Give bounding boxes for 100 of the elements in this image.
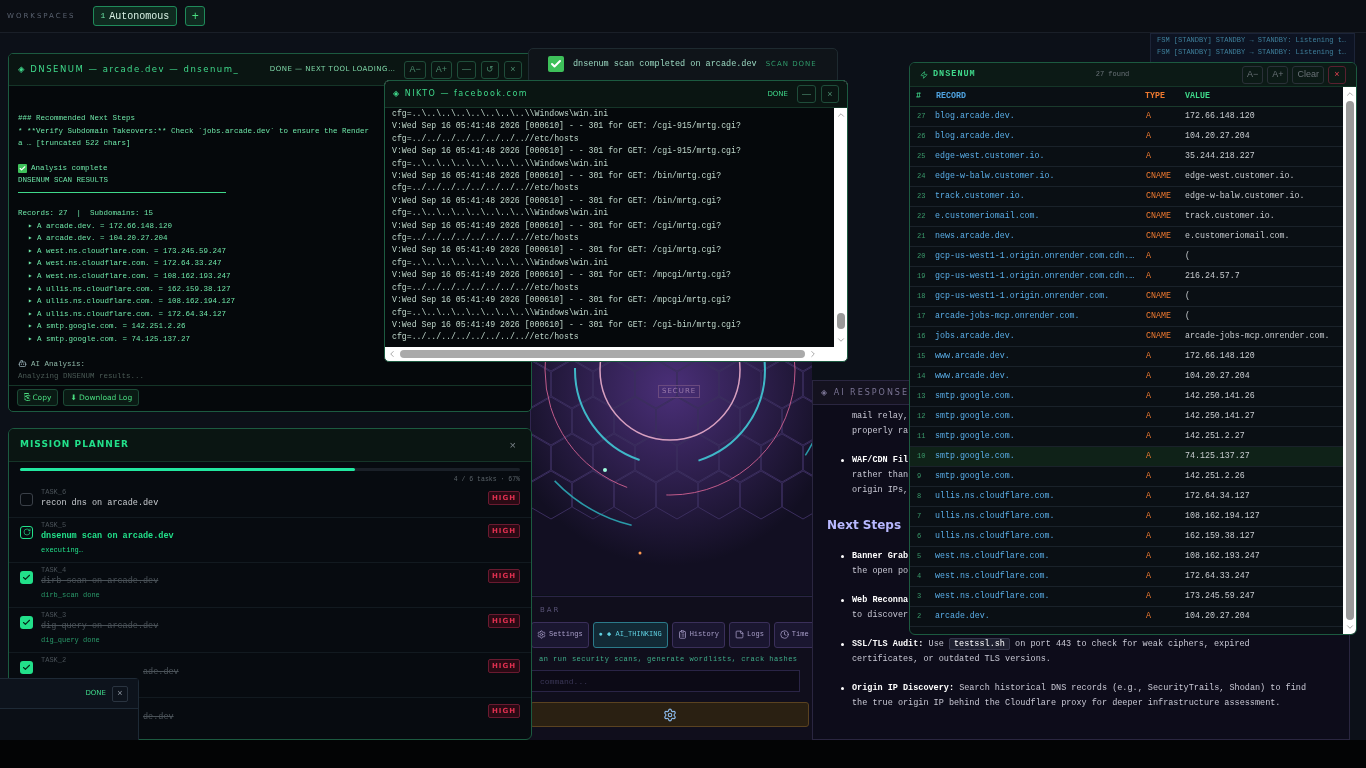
task-checkbox[interactable] [20,492,33,506]
bullet-text: mail relay, [852,410,909,423]
table-cell-text: A [1146,510,1152,523]
bullet-icon [841,599,844,602]
table-cell-text: A [1146,530,1152,543]
bullet-text: properly ra [852,425,909,438]
table-cell: 172.66.148.120 [1185,350,1255,363]
table-cell-text: gcp-us-west1-1.origin.onrender.com.cdn.… [935,250,1136,263]
scroll-left-icon[interactable] [387,349,397,359]
window-control-button[interactable]: × [821,85,839,103]
log-line: V:Wed Sep 16 05:41:49 2026 [000610] - - 301 for GET: /cgi/mrtg.cgi? [392,219,723,232]
task-checkbox[interactable] [20,570,33,584]
table-cell: edge-west.customer.io. [1185,170,1295,183]
window-control-button[interactable]: × [1328,65,1346,84]
table-cell-text: e.customeriomail.com. [935,210,1041,223]
table-cell-text: A [1146,570,1152,583]
log-line: V:Wed Sep 16 05:41:48 2026 [000610] - - 301 for GET: /cgi-915/mrtg.cgi? [392,145,742,158]
window-control-button[interactable]: A− [404,60,426,79]
table-cell: arcade-jobs-mcp.onrender.com. [1185,330,1330,343]
table-cell: 108.162.194.127 [1185,510,1260,523]
log-line: cfg=../../../../../../../..//etc/hosts [392,331,580,344]
table-cell: ( [1185,310,1190,323]
table-cell-text: CNAME [1146,170,1172,183]
window-control-button[interactable]: Clear [1292,65,1324,84]
table-cell-text: news.arcade.dev. [935,230,1016,243]
close-button[interactable]: × [112,685,128,702]
table-cell-text: www.arcade.dev. [935,350,1011,363]
column-header: RECORD [935,90,967,103]
window-control-button[interactable]: × [504,60,522,79]
table-cell: 172.64.33.247 [1185,570,1250,583]
log-line: cfg=..\..\..\..\..\..\..\..\\Windows\win.ini [392,207,610,220]
window-control-button[interactable]: — [797,85,816,103]
table-cell: 142.250.141.27 [1185,410,1255,423]
table-cell-text: track.customer.io. [935,190,1026,203]
log-line: cfg=../../../../../../../..//etc/hosts [392,281,580,294]
table-cell-text: gcp-us-west1-1.origin.onrender.com. [935,290,1111,303]
table-cell-text: CNAME [1146,290,1172,303]
scroll-down-icon[interactable] [1344,622,1355,632]
table-cell-text: A [1146,270,1152,283]
table-cell-text: smtp.google.com. [935,410,1016,423]
task-title: de.dev [143,710,174,723]
window-control-button[interactable]: ↺ [481,60,499,79]
table-cell-text: A [1146,110,1152,123]
task-title: dnsenum scan on arcade.dev [41,529,174,542]
table-cell-text: A [1146,450,1152,463]
table-cell-text: A [1146,130,1152,143]
window-control-button[interactable]: A− [1241,65,1264,84]
clipboard-icon [677,630,687,639]
workspace-tab[interactable]: 1 Autonomous [92,6,178,26]
scrollbar-thumb[interactable] [400,350,805,358]
table-cell-text: A [1146,150,1152,163]
bullet-label: WAF/CDN Fil [852,454,909,467]
column-header: VALUE [1185,90,1210,103]
log-line: cfg=..\..\..\..\..\..\..\..\\Windows\win.ini [392,108,610,120]
bullet-text: rather than [852,469,909,482]
scroll-up-icon[interactable] [1344,89,1355,99]
scroll-down-icon[interactable] [835,335,846,345]
table-cell-text: gcp-us-west1-1.origin.onrender.com.cdn.… [935,270,1136,283]
table-cell-text: A [1146,410,1152,423]
table-cell-text: CNAME [1146,330,1172,343]
table-cell-text: A [1146,490,1152,503]
vertical-scrollbar[interactable] [1343,87,1356,634]
bullet-icon [841,643,844,646]
close-button[interactable]: × [509,436,516,454]
table-cell-text: blog.arcade.dev. [935,130,1016,143]
bullet-text: SSL/TLS Audit: Use testssl.sh on port 443 to check for weak ciphers, expired certificates, or outdated TLS versions. [852,637,1251,666]
window-title: ◈ AI RESPONSE [821,386,909,399]
add-workspace-button[interactable]: + [185,6,206,26]
toast-text: dnsenum scan completed on arcade.dev [573,57,757,71]
table-cell: track.customer.io. [1185,210,1275,223]
task-checkbox[interactable] [20,615,33,629]
table-cell: edge-w-balw.customer.io. [1185,190,1305,203]
run-button[interactable] [530,702,809,727]
table-cell-text: arcade.dev. [935,610,991,623]
task-checkbox[interactable] [20,660,33,674]
log-line: V:Wed Sep 16 05:41:49 2026 [000610] - - 301 for GET: /mpcgi/mrtg.cgi? [392,294,733,307]
window-title: MISSION PLANNER [20,438,129,452]
table-cell-text: smtp.google.com. [935,470,1016,483]
note-icon [735,630,745,639]
table-cell-text: A [1146,250,1152,263]
window-title: ◈ NIKTO — facebook.com [393,88,529,100]
scrollbar-thumb[interactable] [836,313,845,329]
scroll-right-icon[interactable] [808,349,818,359]
table-cell: 35.244.218.227 [1185,150,1255,163]
log-line: V:Wed Sep 16 05:41:49 2026 [000610] - - 301 for GET: /cgi/mrtg.cgi? [392,244,723,257]
table-cell: 216.24.57.7 [1185,270,1240,283]
table-cell-text: smtp.google.com. [935,390,1016,403]
scroll-up-icon[interactable] [835,110,846,120]
scrollbar-thumb[interactable] [1345,101,1354,620]
table-cell-text: www.arcade.dev. [935,370,1011,383]
table-cell-text: ullis.ns.cloudflare.com. [935,510,1056,523]
bullet-icon [841,459,844,462]
bullet-text: the open po [852,565,909,578]
window-control-button[interactable]: — [457,60,476,79]
window-control-button[interactable]: A+ [1267,65,1289,84]
table-cell: 104.20.27.204 [1185,130,1250,143]
table-cell: ( [1185,250,1190,263]
gear-icon [537,630,546,639]
window-control-button[interactable]: A+ [430,60,452,79]
log-line: V:Wed Sep 16 05:41:48 2026 [000610] - - 301 for GET: /bin/mrtg.cgi? [392,194,723,207]
